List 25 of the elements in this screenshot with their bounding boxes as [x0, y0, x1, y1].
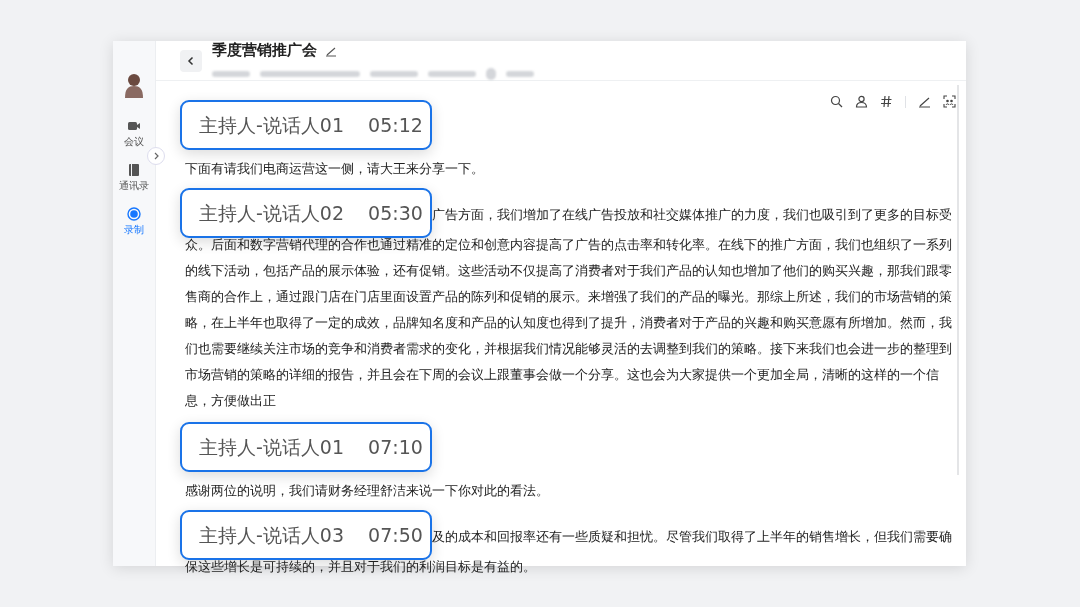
scan-icon[interactable] — [943, 95, 956, 108]
transcript-text: 感谢两位的说明，我们请财务经理舒洁来说一下你对此的看法。 — [185, 482, 550, 500]
record-icon — [127, 207, 141, 221]
speaker-callout: 主持人-说话人02 05:30 — [180, 188, 432, 238]
chevron-right-icon — [152, 152, 160, 160]
speaker-callout: 主持人-说话人01 05:12 — [180, 100, 432, 150]
hashtag-icon[interactable] — [880, 95, 893, 108]
meeting-title: 季度营销推广会 — [212, 41, 317, 60]
back-button[interactable] — [180, 49, 202, 72]
sidebar-item[interactable]: 通讯录 — [119, 163, 149, 193]
transcript-text: 及的成本和回报率还有一些质疑和担忧。尽管我们取得了上半年的销售增长，但我们需要确 — [432, 528, 952, 546]
sidebar-item[interactable]: 录制 — [124, 207, 144, 237]
transcript-text: 众。后面和数字营销代理的合作也通过精准的定位和创意内容提高了广告的点击率和转化率。在线下的推广方面，我们也组织了一系列的线下活动，包括产品的展示体验，还有促销。这些活动不仅提高了消费者对于我们产品的认知也增加了他们的购买兴趣，那我们跟零售商的合作上，通过跟门店在门店里面设置产品的陈列和促销的展示。来增强了我们的产品的曝光。那综上所述，我们的市场营销的策略，在上半年也取得了一定的成效，品牌知名度和产品的认知度也得到了提升，消费者对于产品的兴趣和购买意愿有所增加。然而，我们也需要继续关注市场的竞争和消费者需求的变化，并根据我们情况能够灵活的去调整到我们的策略。接下来我们也会进一步的整理到市场营销的策略的详细的报告，并且会在下周的会议上跟董事会做一个分享。这也会为大家提供一个更加全局，清晰的这样的一个信息，方便做出正 — [185, 236, 952, 410]
chevron-left-icon — [186, 55, 196, 66]
edit-icon[interactable] — [918, 95, 931, 108]
video-camera-icon — [127, 119, 141, 133]
search-icon[interactable] — [830, 95, 843, 108]
transcript-text: 保这些增长是可持续的，并且对于我们的利润目标是有益的。 — [185, 558, 537, 576]
sidebar-item[interactable]: 会议 — [124, 119, 144, 149]
transcript-text: 下面有请我们电商运营这一侧，请大王来分享一下。 — [185, 160, 485, 178]
transcript-text: 广告方面，我们增加了在线广告投放和社交媒体推广的力度，我们也吸引到了更多的目标受 — [432, 206, 952, 224]
speaker-callout: 主持人-说话人03 07:50 — [180, 510, 432, 560]
book-icon — [127, 163, 141, 177]
speaker-callout: 主持人-说话人01 07:10 — [180, 422, 432, 472]
person-icon[interactable] — [855, 95, 868, 108]
